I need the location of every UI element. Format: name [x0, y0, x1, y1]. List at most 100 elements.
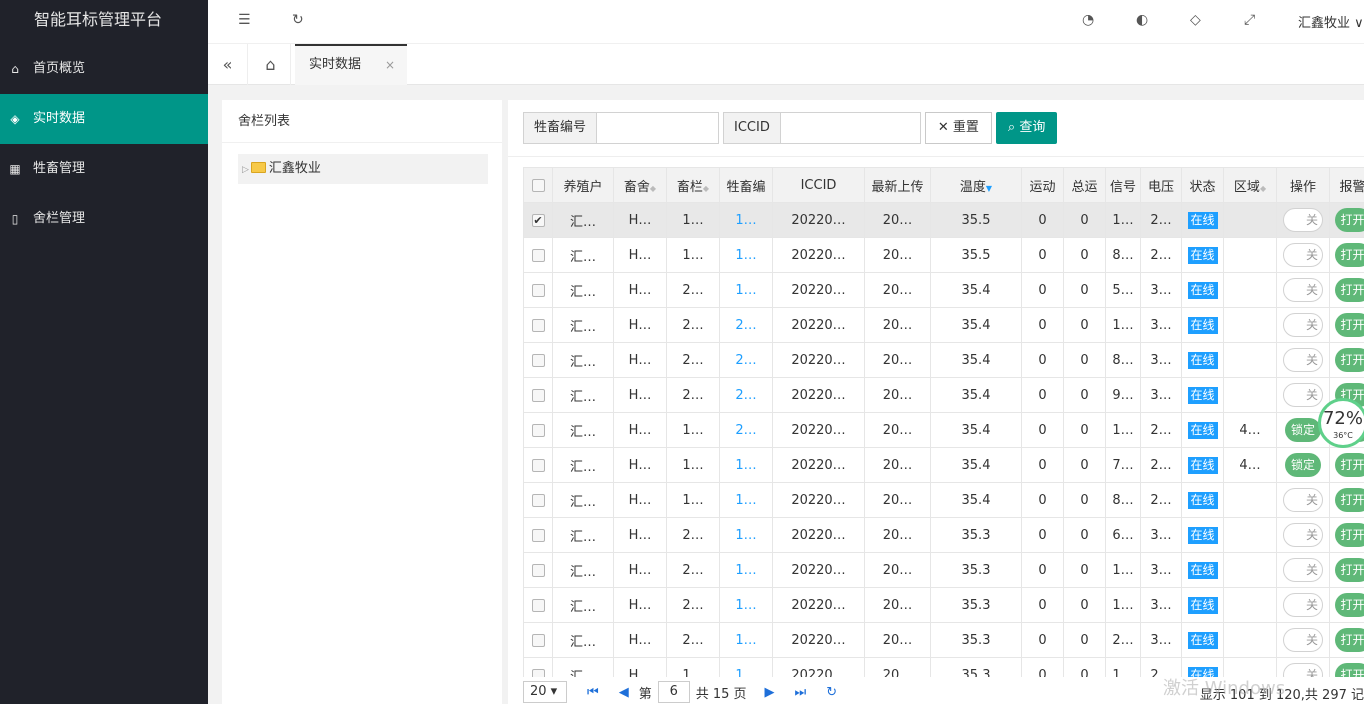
- table-cell[interactable]: 1…: [719, 202, 773, 238]
- sort-icon[interactable]: ◆: [650, 184, 656, 193]
- refresh-icon[interactable]: ↻: [292, 12, 304, 28]
- table-cell[interactable]: 2…: [719, 342, 773, 378]
- open-button[interactable]: 打开: [1334, 488, 1364, 512]
- table-cell[interactable]: 1…: [719, 622, 773, 658]
- col-header[interactable]: 区域◆: [1223, 167, 1278, 203]
- switch-toggle[interactable]: 关: [1283, 278, 1324, 302]
- open-button[interactable]: 打开: [1334, 593, 1364, 617]
- open-button[interactable]: 打开: [1334, 558, 1364, 582]
- switch-toggle[interactable]: 关: [1283, 243, 1324, 267]
- row-checkbox[interactable]: [523, 272, 553, 308]
- table-row[interactable]: 汇… H… 2… 1… 20220… 20… 35.3 0 0 6… 3… 在线关打开: [523, 517, 1364, 553]
- sidebar-item-realtime[interactable]: ◈ 实时数据: [0, 94, 208, 144]
- table-row[interactable]: 汇…H…1…2…20220…20…35.4001…2…在线4…锁定打开: [523, 412, 1364, 448]
- col-header[interactable]: 畜栏◆: [666, 167, 720, 203]
- first-page-icon[interactable]: ⏮: [587, 685, 599, 700]
- table-row[interactable]: 汇… H… 1… 1… 20220… 20… 35.4 0 0 8… 2… 在线关打开: [523, 482, 1364, 518]
- row-checkbox[interactable]: [523, 412, 553, 448]
- table-row[interactable]: ✔ 汇… H… 1… 1… 20220… 20… 35.5 0 0 1… 2… 在线关打开: [523, 202, 1364, 238]
- switch-toggle[interactable]: 关: [1283, 558, 1324, 582]
- system-monitor-widget[interactable]: 72% 36°C: [1318, 398, 1364, 448]
- row-checkbox[interactable]: [523, 552, 553, 588]
- col-header[interactable]: 状态: [1181, 167, 1225, 203]
- table-row[interactable]: 汇… H… 1… 1… 20220… 20… 35.4 0 0 7… 2… 在线 4… 锁定 打开: [523, 447, 1364, 483]
- open-button[interactable]: 打开: [1334, 453, 1364, 477]
- lock-button[interactable]: 锁定: [1285, 418, 1322, 442]
- open-button[interactable]: 打开: [1334, 663, 1364, 677]
- col-header[interactable]: 牲畜编: [719, 167, 773, 203]
- switch-toggle[interactable]: 关: [1283, 523, 1324, 547]
- row-checkbox[interactable]: [523, 657, 553, 677]
- open-button[interactable]: 打开: [1334, 313, 1364, 337]
- switch-toggle[interactable]: 关: [1283, 663, 1324, 677]
- tab-realtime[interactable]: 实时数据 ×: [295, 44, 407, 85]
- row-checkbox[interactable]: ✔: [523, 202, 553, 238]
- row-checkbox[interactable]: [523, 377, 553, 413]
- sidebar-item-pens[interactable]: ▯ 舍栏管理: [0, 194, 208, 244]
- page-input[interactable]: 6: [657, 681, 690, 703]
- table-row[interactable]: 汇… H… 2… 1… 20220… 20… 35.3 0 0 1… 3… 在线关打开: [523, 552, 1364, 588]
- col-header[interactable]: 养殖户: [552, 167, 614, 203]
- open-button[interactable]: 打开: [1334, 208, 1364, 232]
- row-checkbox[interactable]: [523, 307, 553, 343]
- table-row[interactable]: 汇… H… 2… 2… 20220… 20… 35.4 0 0 9… 3… 在线关打开: [523, 377, 1364, 413]
- row-checkbox[interactable]: [523, 342, 553, 378]
- table-cell[interactable]: 1…: [719, 272, 773, 308]
- sidebar-item-overview[interactable]: ⌂ 首页概览: [0, 44, 208, 94]
- table-cell[interactable]: 1…: [719, 447, 773, 483]
- col-header[interactable]: 报警: [1329, 167, 1364, 203]
- table-cell[interactable]: 1…: [719, 482, 773, 518]
- open-button[interactable]: 打开: [1334, 523, 1364, 547]
- table-cell[interactable]: 1…: [719, 237, 773, 273]
- row-checkbox[interactable]: [523, 587, 553, 623]
- home-tab-icon[interactable]: ⌂: [251, 44, 291, 85]
- switch-toggle[interactable]: 关: [1283, 628, 1324, 652]
- row-checkbox[interactable]: [523, 622, 553, 658]
- table-cell[interactable]: 2…: [719, 412, 773, 448]
- table-row[interactable]: 汇… H… 2… 1… 20220… 20… 35.3 0 0 1… 3… 在线关打开: [523, 587, 1364, 623]
- bell-icon[interactable]: ◔: [1082, 12, 1094, 28]
- table-cell[interactable]: 1…: [719, 552, 773, 588]
- tabs-left-icon[interactable]: «: [208, 44, 248, 85]
- open-button[interactable]: 打开: [1334, 348, 1364, 372]
- table-row[interactable]: 汇… H… 2… 2… 20220… 20… 35.4 0 0 8… 3… 在线关打开: [523, 342, 1364, 378]
- theme-icon[interactable]: ◐: [1136, 12, 1148, 28]
- table-row[interactable]: 汇… H… 2… 1… 20220… 20… 35.3 0 0 2… 3… 在线关打开: [523, 622, 1364, 658]
- table-cell[interactable]: 2…: [719, 307, 773, 343]
- expand-arrow-icon[interactable]: ▷: [242, 165, 249, 175]
- reset-button[interactable]: ✕ 重置: [924, 112, 992, 144]
- switch-toggle[interactable]: 关: [1283, 313, 1324, 337]
- prev-page-icon[interactable]: ◀: [619, 685, 629, 700]
- col-header[interactable]: 总运: [1063, 167, 1106, 203]
- page-size-select[interactable]: 20 ▾: [523, 681, 567, 703]
- row-checkbox[interactable]: [523, 482, 553, 518]
- open-button[interactable]: 打开: [1334, 628, 1364, 652]
- lock-button[interactable]: 锁定: [1285, 453, 1322, 477]
- table-cell[interactable]: 2…: [719, 377, 773, 413]
- col-header[interactable]: 畜舍◆: [613, 167, 667, 203]
- menu-toggle-icon[interactable]: ☰: [238, 12, 251, 28]
- table-row[interactable]: 汇… H… 2… 2… 20220… 20… 35.4 0 0 1… 3… 在线关打开: [523, 307, 1364, 343]
- table-cell[interactable]: 1…: [719, 517, 773, 553]
- livestock-id-input[interactable]: [597, 112, 720, 144]
- user-menu[interactable]: 汇鑫牧业 ∨: [1298, 12, 1364, 31]
- close-icon[interactable]: ×: [385, 46, 395, 84]
- col-header[interactable]: 操作: [1276, 167, 1331, 203]
- col-header[interactable]: 温度▼: [930, 167, 1022, 203]
- col-header[interactable]: ICCID: [772, 167, 865, 203]
- iccid-input[interactable]: [780, 112, 921, 144]
- open-button[interactable]: 打开: [1334, 278, 1364, 302]
- col-header[interactable]: 最新上传: [864, 167, 931, 203]
- table-cell[interactable]: 1…: [719, 587, 773, 623]
- switch-toggle[interactable]: 关: [1283, 593, 1324, 617]
- switch-toggle[interactable]: 关: [1283, 488, 1324, 512]
- switch-toggle[interactable]: 关: [1283, 348, 1324, 372]
- col-header[interactable]: 信号: [1104, 167, 1142, 203]
- fullscreen-icon[interactable]: ⤢: [1244, 12, 1255, 28]
- table-cell[interactable]: 1…: [719, 657, 773, 677]
- switch-toggle[interactable]: 关: [1283, 383, 1324, 407]
- table-row[interactable]: 汇… H… 2… 1… 20220… 20… 35.4 0 0 5… 3… 在线关打开: [523, 272, 1364, 308]
- sort-icon[interactable]: ◆: [1260, 184, 1266, 193]
- sort-desc-icon[interactable]: ▼: [986, 184, 992, 193]
- col-header[interactable]: 运动: [1021, 167, 1064, 203]
